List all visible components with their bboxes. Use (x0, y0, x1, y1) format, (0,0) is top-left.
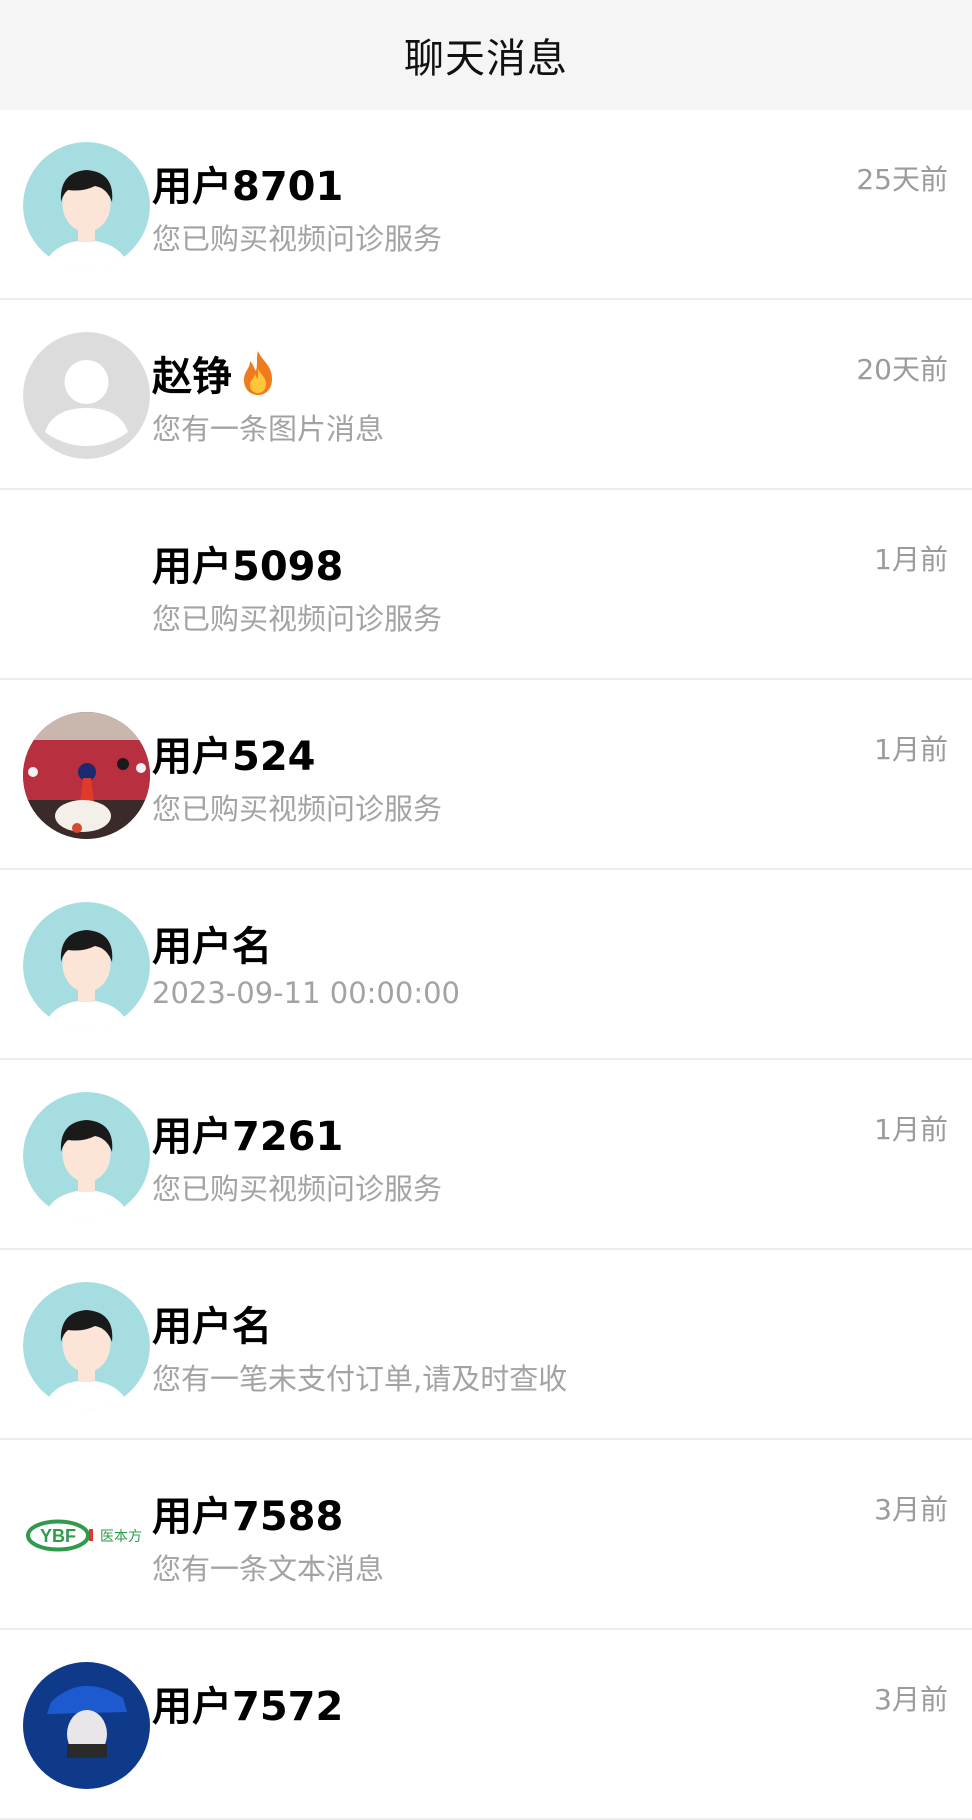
chat-list: 用户8701 您已购买视频问诊服务 25天前 赵铮 您有一条图片消息 20天前 (0, 110, 972, 1820)
contact-name: 用户5098 (152, 544, 344, 590)
chat-list-item[interactable]: 用户7261 您已购买视频问诊服务 1月前 (0, 1060, 972, 1250)
contact-name: 用户名 (152, 924, 272, 970)
ybf-logo: YBF 医本方 (23, 1472, 150, 1599)
contact-name: 赵铮 (152, 344, 278, 402)
svg-text:医本方: 医本方 (100, 1529, 142, 1545)
message-preview: 您已购买视频问诊服务 (152, 602, 443, 636)
message-preview: 您已购买视频问诊服务 (152, 1172, 443, 1206)
message-time: 3月前 (874, 1683, 948, 1716)
message-time: 3月前 (874, 1493, 948, 1526)
message-preview: 您已购买视频问诊服务 (152, 222, 443, 256)
top-bar: 聊天消息 (0, 0, 972, 110)
contact-name: 用户7261 (152, 1114, 344, 1160)
message-preview: 您有一笔未支付订单,请及时查收 (152, 1362, 568, 1396)
chat-list-item[interactable]: 用户5098 您已购买视频问诊服务 1月前 (0, 490, 972, 680)
chat-list-item[interactable]: 用户524 您已购买视频问诊服务 1月前 (0, 680, 972, 870)
contact-name: 用户524 (152, 734, 316, 780)
chat-list-item[interactable]: 用户名 您有一笔未支付订单,请及时查收 (0, 1250, 972, 1440)
message-time: 1月前 (874, 1113, 948, 1146)
message-time: 25天前 (856, 163, 948, 196)
photo-avatar (23, 1662, 150, 1789)
message-time: 20天前 (856, 353, 948, 386)
chat-list-item[interactable]: YBF 医本方 用户7588 您有一条文本消息 3月前 (0, 1440, 972, 1630)
chat-list-item[interactable]: 用户名 2023-09-11 00:00:00 (0, 870, 972, 1060)
message-preview: 您有一条文本消息 (152, 1552, 385, 1586)
chat-list-item[interactable]: 赵铮 您有一条图片消息 20天前 (0, 300, 972, 490)
message-preview: 2023-09-11 00:00:00 (152, 976, 460, 1010)
contact-name: 用户名 (152, 1304, 272, 1350)
chat-list-item[interactable]: 用户8701 您已购买视频问诊服务 25天前 (0, 110, 972, 300)
contact-name: 用户7572 (152, 1684, 344, 1730)
message-preview: 您已购买视频问诊服务 (152, 792, 443, 826)
default-person-icon (23, 1092, 150, 1219)
message-preview: 您有一条图片消息 (152, 412, 385, 446)
chat-list-item[interactable]: 用户7572 3月前 (0, 1630, 972, 1820)
default-person-icon (23, 1282, 150, 1409)
message-time: 1月前 (874, 543, 948, 576)
fire-icon (238, 349, 278, 397)
photo-avatar (23, 712, 150, 839)
page-title: 聊天消息 (404, 36, 568, 82)
contact-name: 用户8701 (152, 164, 344, 210)
default-person-icon (23, 902, 150, 1029)
default-person-icon (23, 142, 150, 269)
avatar (23, 522, 150, 649)
placeholder-gray-icon (23, 332, 150, 459)
svg-text:YBF: YBF (40, 1526, 76, 1546)
message-time: 1月前 (874, 733, 948, 766)
contact-name: 用户7588 (152, 1494, 344, 1540)
